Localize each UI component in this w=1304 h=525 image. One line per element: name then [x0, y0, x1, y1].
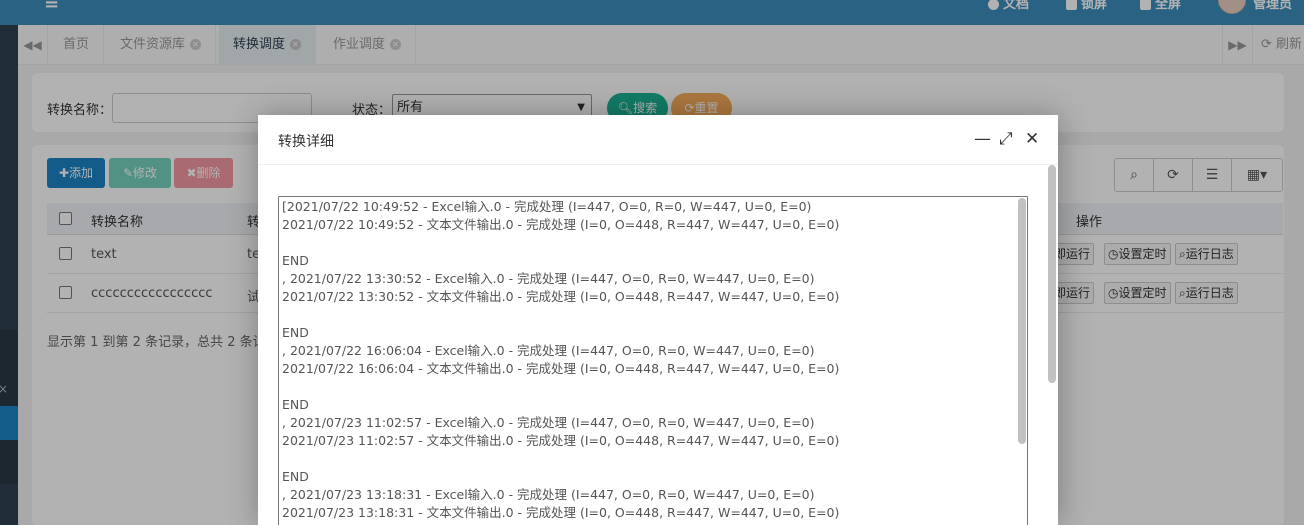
maximize-icon[interactable]: ⤢	[999, 127, 1013, 151]
log-line: 2021/07/22 16:06:04 - 文本文件输出.0 - 完成处理 (I…	[282, 361, 840, 376]
log-line: , 2021/07/22 13:30:52 - Excel输入.0 - 完成处理…	[282, 271, 815, 286]
dialog-header: 转换详细 — ⤢ ✕	[258, 115, 1058, 165]
log-line: 2021/07/22 13:30:52 - 文本文件输出.0 - 完成处理 (I…	[282, 289, 840, 304]
close-icon[interactable]: ✕	[1025, 127, 1039, 151]
log-line: END	[282, 397, 309, 412]
log-line: END	[282, 469, 309, 484]
log-line: 2021/07/23 13:18:31 - 文本文件输出.0 - 完成处理 (I…	[282, 505, 840, 520]
log-line: END	[282, 253, 309, 268]
log-scrollbar[interactable]	[1018, 198, 1026, 444]
log-line: [2021/07/22 10:49:52 - Excel输入.0 - 完成处理 …	[282, 199, 812, 214]
log-line: , 2021/07/22 16:06:04 - Excel输入.0 - 完成处理…	[282, 343, 815, 358]
transform-detail-dialog: 转换详细 — ⤢ ✕ 2021/07/23 13:18:31 - 文本文件输出.…	[258, 115, 1058, 525]
dialog-body: 2021/07/23 13:18:31 - 文本文件输出.0 - 完成处理 (I…	[258, 165, 1058, 525]
log-line: 2021/07/22 10:49:52 - 文本文件输出.0 - 完成处理 (I…	[282, 217, 840, 232]
dialog-scrollbar[interactable]	[1048, 165, 1056, 383]
log-line: , 2021/07/23 11:02:57 - Excel输入.0 - 完成处理…	[282, 415, 815, 430]
dialog-title: 转换详细	[278, 134, 334, 150]
log-line: END	[282, 325, 309, 340]
log-line: , 2021/07/23 13:18:31 - Excel输入.0 - 完成处理…	[282, 487, 815, 502]
log-line: 2021/07/23 11:02:57 - 文本文件输出.0 - 完成处理 (I…	[282, 433, 840, 448]
log-textarea[interactable]: 2021/07/23 13:18:31 - 文本文件输出.0 - 完成处理 (I…	[278, 196, 1028, 525]
minimize-icon[interactable]: —	[974, 127, 991, 151]
